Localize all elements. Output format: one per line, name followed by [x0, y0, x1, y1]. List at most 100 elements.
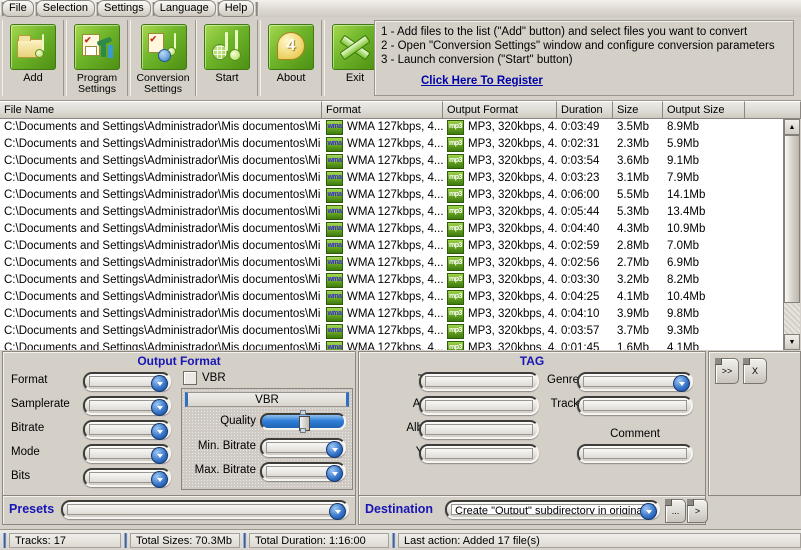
- cell-output-format: mp3 MP3, 320kbps, 4...: [443, 238, 557, 255]
- format-combo[interactable]: [83, 372, 171, 392]
- artist-field[interactable]: [419, 396, 539, 415]
- comment-field[interactable]: [577, 444, 693, 463]
- mp3-file-icon: mp3: [447, 290, 464, 305]
- scroll-up-icon[interactable]: ▲: [784, 119, 800, 135]
- max-bitrate-label: Max. Bitrate: [194, 464, 256, 476]
- clear-button[interactable]: X: [743, 358, 767, 384]
- wma-file-icon: wma: [326, 205, 343, 220]
- column-header-size[interactable]: Size: [613, 101, 663, 119]
- menu-item-settings[interactable]: Settings: [97, 0, 151, 17]
- column-header-output-format[interactable]: Output Format: [443, 101, 557, 119]
- destination-browse-button[interactable]: ...: [665, 499, 686, 523]
- presets-label: Presets: [9, 502, 55, 516]
- samplerate-combo[interactable]: [83, 396, 171, 416]
- chevron-down-icon[interactable]: [151, 375, 168, 392]
- chevron-down-icon[interactable]: [326, 465, 343, 482]
- chevron-down-icon[interactable]: [151, 423, 168, 440]
- scrollbar-thumb[interactable]: [784, 135, 800, 303]
- table-row[interactable]: C:\Documents and Settings\Administrador\…: [0, 238, 784, 255]
- column-header-extra[interactable]: [745, 101, 801, 119]
- table-row[interactable]: C:\Documents and Settings\Administrador\…: [0, 272, 784, 289]
- presets-combo[interactable]: [61, 500, 349, 520]
- mp3-file-icon: mp3: [447, 188, 464, 203]
- min-bitrate-combo[interactable]: [260, 438, 346, 458]
- wma-file-icon: wma: [326, 273, 343, 288]
- output-format-panel: Output Format Format Samplerate Bitrate …: [2, 351, 356, 496]
- table-row[interactable]: C:\Documents and Settings\Administrador\…: [0, 187, 784, 204]
- column-header-file-name[interactable]: File Name: [0, 101, 322, 119]
- table-row[interactable]: C:\Documents and Settings\Administrador\…: [0, 170, 784, 187]
- year-field[interactable]: [419, 444, 539, 463]
- cell-output-size: 5.9Mb: [667, 138, 699, 150]
- table-row[interactable]: C:\Documents and Settings\Administrador\…: [0, 255, 784, 272]
- table-row[interactable]: C:\Documents and Settings\Administrador\…: [0, 221, 784, 238]
- chevron-down-icon[interactable]: [151, 447, 168, 464]
- instruction-line-1: 1 - Add files to the list ("Add" button)…: [381, 26, 748, 38]
- chevron-down-icon[interactable]: [151, 471, 168, 488]
- file-list-rows[interactable]: C:\Documents and Settings\Administrador\…: [0, 119, 784, 350]
- table-row[interactable]: C:\Documents and Settings\Administrador\…: [0, 340, 784, 350]
- register-link[interactable]: Click Here To Register: [421, 75, 543, 87]
- table-row[interactable]: C:\Documents and Settings\Administrador\…: [0, 119, 784, 136]
- file-list-scrollbar[interactable]: ▲ ▼: [783, 119, 801, 350]
- cell-output-size: 14.1Mb: [667, 189, 706, 201]
- title-field-value: [425, 376, 533, 387]
- menu-item-help[interactable]: Help: [217, 0, 255, 17]
- column-header-output-size[interactable]: Output Size: [663, 101, 745, 119]
- vbr-checkbox[interactable]: [183, 371, 197, 385]
- cell-output-format: mp3 MP3, 320kbps, 4...: [443, 204, 557, 221]
- table-row[interactable]: C:\Documents and Settings\Administrador\…: [0, 153, 784, 170]
- toolbar-button-about[interactable]: 4 About: [260, 20, 322, 96]
- scrollbar-track[interactable]: [784, 135, 800, 334]
- scroll-down-icon[interactable]: ▼: [784, 334, 800, 350]
- table-row[interactable]: C:\Documents and Settings\Administrador\…: [0, 306, 784, 323]
- table-row[interactable]: C:\Documents and Settings\Administrador\…: [0, 136, 784, 153]
- bits-combo[interactable]: [83, 468, 171, 488]
- toolbar-button-add[interactable]: Add: [2, 20, 64, 96]
- status-separator-icon: [2, 532, 7, 548]
- cell-output-format: mp3 MP3, 320kbps, 4...: [443, 340, 557, 350]
- quality-slider[interactable]: [260, 410, 346, 433]
- chevron-down-icon[interactable]: [673, 375, 690, 392]
- chevron-down-icon[interactable]: [326, 441, 343, 458]
- cell-format: wma WMA 127kbps, 4...: [322, 289, 443, 306]
- album-field[interactable]: [419, 420, 539, 439]
- cell-format: wma WMA 127kbps, 4...: [322, 221, 443, 238]
- genre-combo[interactable]: [577, 372, 693, 392]
- menu-item-language[interactable]: Language: [152, 0, 216, 17]
- column-header-duration[interactable]: Duration: [557, 101, 613, 119]
- bitrate-combo[interactable]: [83, 420, 171, 440]
- max-bitrate-combo[interactable]: [260, 462, 346, 482]
- cell-duration: 0:01:45: [561, 342, 600, 350]
- comment-field-value: [583, 448, 687, 459]
- destination-open-button[interactable]: >: [687, 499, 708, 523]
- vbr-checkbox-row[interactable]: VBR: [183, 371, 226, 385]
- cell-output-format: mp3 MP3, 320kbps, 4...: [443, 170, 557, 187]
- menu-item-file[interactable]: File: [2, 0, 34, 17]
- toolbar-button-start[interactable]: Start: [196, 20, 258, 96]
- table-row[interactable]: C:\Documents and Settings\Administrador\…: [0, 289, 784, 306]
- table-row[interactable]: C:\Documents and Settings\Administrador\…: [0, 323, 784, 340]
- chevron-down-icon[interactable]: [640, 503, 657, 520]
- destination-combo[interactable]: Create "Output" subdirectory in origina: [445, 500, 660, 520]
- chevron-down-icon[interactable]: [329, 503, 346, 520]
- table-row[interactable]: C:\Documents and Settings\Administrador\…: [0, 204, 784, 221]
- cell-output-format-text: MP3, 320kbps, 4...: [468, 274, 557, 286]
- cell-format-text: WMA 127kbps, 4...: [347, 155, 443, 167]
- track-field[interactable]: [577, 396, 693, 415]
- column-header-format[interactable]: Format: [322, 101, 443, 119]
- chevron-down-icon[interactable]: [151, 399, 168, 416]
- genre-value: [583, 376, 687, 387]
- move-right-button[interactable]: >>: [715, 358, 739, 384]
- cell-size: 2.7Mb: [617, 257, 649, 269]
- cell-output-size: 10.4Mb: [667, 291, 706, 303]
- title-field[interactable]: [419, 372, 539, 391]
- toolbar-button-conversion-settings[interactable]: ✔ Conversion Settings: [130, 20, 196, 96]
- cell-file-name: C:\Documents and Settings\Administrador\…: [4, 274, 322, 286]
- cell-duration: 0:03:49: [561, 121, 600, 133]
- menu-item-selection[interactable]: Selection: [35, 0, 95, 17]
- toolbar-button-program-settings[interactable]: ✔ Program Settings: [66, 20, 128, 96]
- file-list[interactable]: File Name Format Output Format Duration …: [0, 100, 801, 350]
- wma-file-icon: wma: [326, 137, 343, 152]
- mode-combo[interactable]: [83, 444, 171, 464]
